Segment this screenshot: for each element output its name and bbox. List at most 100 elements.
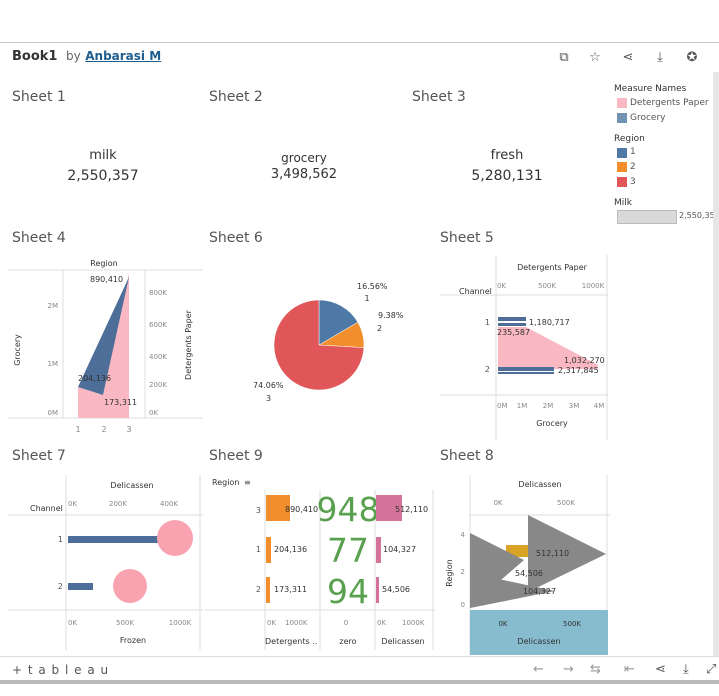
revert-icon[interactable]: ⇆ bbox=[590, 662, 601, 677]
sheet4-label-1: 204,136 bbox=[78, 374, 111, 383]
sheet4-y2tick-4: 800K bbox=[149, 289, 167, 297]
sheet4-y2tick-1: 200K bbox=[149, 381, 167, 389]
sheet4-title: Sheet 4 bbox=[12, 230, 66, 246]
sheet4-y2tick-2: 400K bbox=[149, 353, 167, 361]
sheet5-row-2: 2 bbox=[485, 365, 490, 374]
horizontal-scrollbar[interactable] bbox=[0, 680, 719, 684]
vertical-scrollbar[interactable] bbox=[713, 72, 719, 672]
sheet9-title: Sheet 9 bbox=[209, 448, 263, 464]
sheet9-bar-delicassen-1 bbox=[376, 537, 381, 563]
tableau-logo[interactable]: + t a b l e a u bbox=[12, 663, 109, 677]
sheet8-label-0: 512,110 bbox=[536, 549, 569, 558]
sheet7-toptick-1: 200K bbox=[109, 500, 127, 508]
sheet4-ytick-1: 1M bbox=[48, 360, 59, 368]
sheet7-circle-channel2 bbox=[113, 569, 147, 603]
badge-icon[interactable]: ✪ bbox=[684, 50, 700, 66]
sheet4-chart-title: Region bbox=[90, 259, 117, 268]
legend-label-grocery: Grocery bbox=[630, 113, 666, 123]
sheet4-ytick-0: 0M bbox=[48, 409, 59, 417]
sheet4-y2tick-3: 600K bbox=[149, 321, 167, 329]
sheet5-title: Sheet 5 bbox=[440, 230, 494, 246]
sheet7-circle-channel1 bbox=[157, 520, 193, 556]
sheet9-det-tick-1: 1000K bbox=[285, 619, 308, 627]
author-link[interactable]: Anbarasi M bbox=[85, 49, 161, 63]
sheet4-label-2: 173,311 bbox=[104, 398, 137, 407]
sheet3-kpi-value: 5,280,131 bbox=[471, 168, 543, 184]
download-icon[interactable]: ⤓ bbox=[652, 50, 668, 66]
sheet8-chart: Delicassen 0K 500K Region 4 2 0 512,110 … bbox=[445, 475, 610, 655]
sheet9-chart: Region ≡ 3 1 2 890,410 204,136 173,311 9… bbox=[205, 478, 435, 650]
sheet9-bar-delicassen-2 bbox=[376, 577, 379, 603]
sheet9-row-1: 1 bbox=[256, 545, 261, 554]
sheet7-xlabel: Frozen bbox=[120, 636, 146, 645]
sheet2-kpi-label: grocery bbox=[281, 151, 327, 165]
star-icon[interactable]: ☆ bbox=[587, 50, 603, 66]
sheet7-bottomtick-0: 0K bbox=[68, 619, 77, 627]
sheet7-bar-channel2 bbox=[68, 583, 93, 590]
sheet9-col-delicassen: Delicassen bbox=[381, 637, 424, 646]
pie-label-region1-pct: 16.56% bbox=[357, 282, 388, 291]
sheet9-row-3: 3 bbox=[256, 506, 261, 515]
fullscreen-icon[interactable]: ⤢ bbox=[706, 662, 716, 677]
legend-swatch-region3 bbox=[617, 177, 627, 187]
sheet4-xtick-2: 3 bbox=[126, 425, 131, 434]
share-icon[interactable]: ⋖ bbox=[620, 50, 636, 66]
sheet1-kpi-label: milk bbox=[89, 148, 117, 163]
undo-icon[interactable]: ← bbox=[533, 662, 544, 677]
sheet5-label-0: 1,180,717 bbox=[529, 318, 570, 327]
sheet8-axis-band bbox=[470, 610, 608, 655]
pie-label-region3: 3 bbox=[266, 394, 271, 403]
sheet1-title: Sheet 1 bbox=[12, 89, 66, 105]
sheet8-label-1: 54,506 bbox=[515, 569, 543, 578]
sheet2-title: Sheet 2 bbox=[209, 89, 263, 105]
sheet8-xlabel: Delicassen bbox=[517, 637, 560, 646]
legend-label-detergents: Detergents Paper bbox=[630, 98, 709, 108]
sheet8-toptick-0: 0K bbox=[493, 499, 502, 507]
sheet9-del-1: 104,327 bbox=[383, 545, 416, 554]
sheet7-chart-title: Delicassen bbox=[110, 481, 153, 490]
legend-swatch-region2 bbox=[617, 162, 627, 172]
redo-icon[interactable]: → bbox=[563, 662, 574, 677]
milk-size-bar bbox=[617, 210, 677, 224]
sheet4-chart: Region Grocery Detergents Paper 0M 1M 2M… bbox=[8, 259, 203, 434]
sheet4-ylabel: Grocery bbox=[13, 334, 22, 366]
legend-label-region3: 3 bbox=[630, 177, 636, 187]
sheet8-bottomtick-0: 0K bbox=[498, 620, 507, 628]
sheet5-bottomtick-2: 2M bbox=[543, 402, 554, 410]
sheet9-row-header: Region bbox=[212, 478, 239, 487]
sheet4-xtick-0: 1 bbox=[75, 425, 80, 434]
sheet8-label-2: 104,327 bbox=[523, 587, 556, 596]
first-icon[interactable]: ⇤ bbox=[624, 662, 635, 677]
sheet3-kpi-label: fresh bbox=[490, 148, 524, 163]
sheet5-bottomtick-4: 4M bbox=[594, 402, 605, 410]
sheet9-zero-3: 948 bbox=[317, 490, 380, 529]
sheet9-del-tick-0: 0K bbox=[377, 619, 386, 627]
duplicate-icon[interactable]: ⧉ bbox=[556, 50, 572, 66]
sheet7-bottomtick-1: 500K bbox=[116, 619, 134, 627]
sheet9-col-detergents: Detergents .. bbox=[265, 637, 317, 646]
sheet9-del-tick-1: 1000K bbox=[402, 619, 425, 627]
sheet5-bar-grocery-2 bbox=[498, 367, 554, 371]
sort-icon[interactable]: ≡ bbox=[244, 478, 251, 487]
sheet5-toptick-0: 0K bbox=[497, 282, 506, 290]
sheet4-label-0: 890,410 bbox=[90, 275, 123, 284]
sheet8-chart-title: Delicassen bbox=[518, 480, 561, 489]
sheet9-det-1: 204,136 bbox=[274, 545, 307, 554]
sheet5-row-1: 1 bbox=[485, 318, 490, 327]
legend-swatch-grocery bbox=[617, 113, 627, 123]
sheet9-zero-tick: 0 bbox=[344, 619, 348, 627]
sheet9-col-zero: zero bbox=[339, 637, 356, 646]
footer-share-icon[interactable]: ⋖ bbox=[655, 662, 666, 677]
sheet8-title: Sheet 8 bbox=[440, 448, 494, 464]
region-legend-title: Region bbox=[614, 134, 645, 144]
sheet8-ytick-0: 0 bbox=[461, 601, 465, 609]
sheet5-bottomtick-1: 1M bbox=[517, 402, 528, 410]
sheet5-label-3: 2,317,845 bbox=[558, 366, 599, 375]
sheet7-chart: Delicassen Channel 0K 200K 400K 1 2 0K 5… bbox=[8, 475, 203, 650]
sheet9-row-2: 2 bbox=[256, 585, 261, 594]
sheet8-ylabel: Region bbox=[445, 559, 454, 586]
footer-download-icon[interactable]: ⤓ bbox=[683, 662, 689, 677]
sheet5-label-1: 235,587 bbox=[497, 328, 530, 337]
sheet5-toptick-1: 500K bbox=[538, 282, 556, 290]
sheet7-toptick-0: 0K bbox=[68, 500, 77, 508]
